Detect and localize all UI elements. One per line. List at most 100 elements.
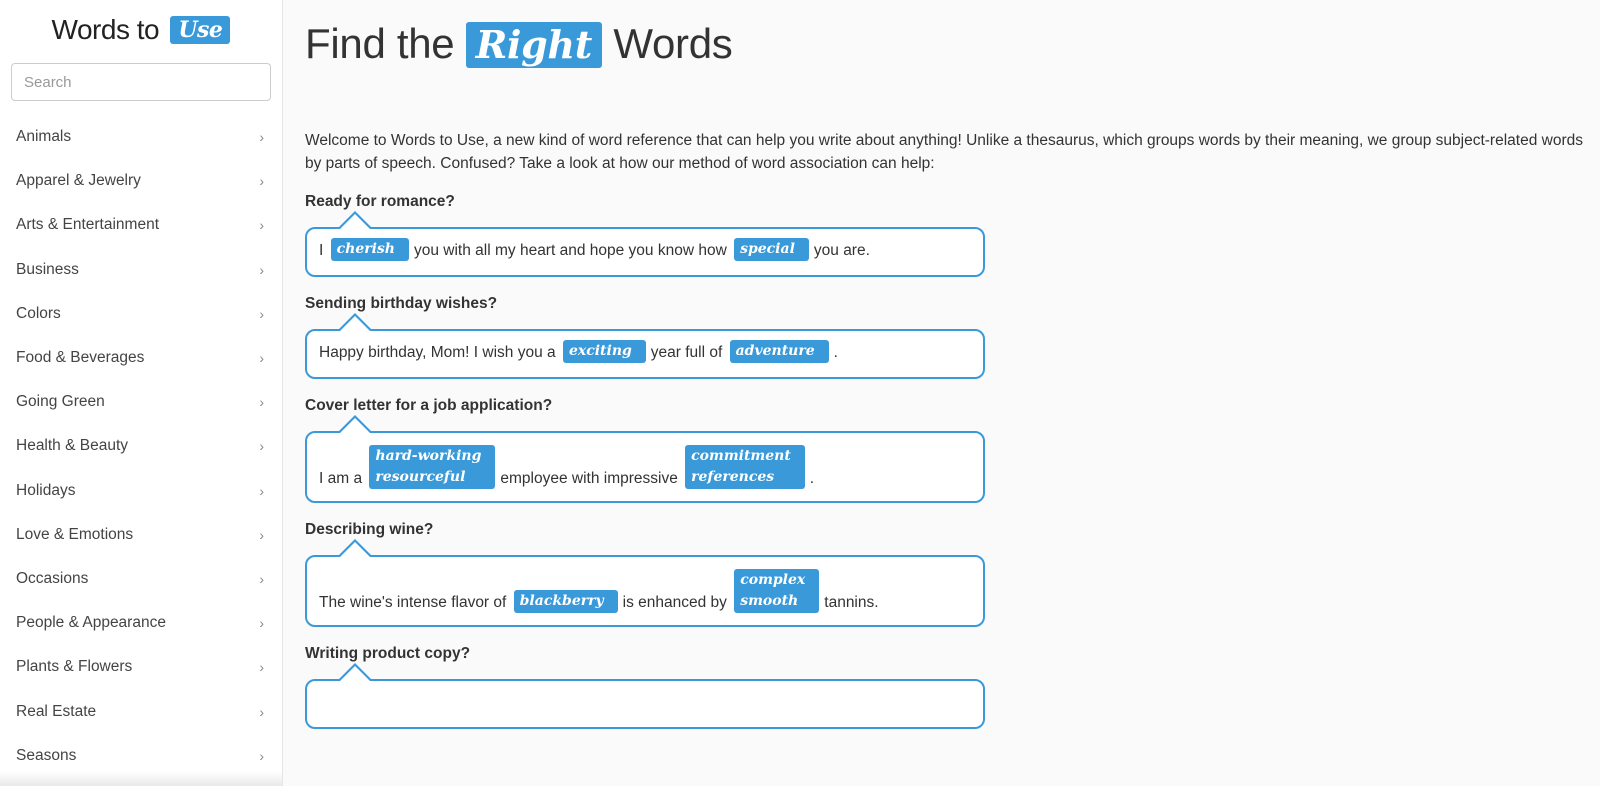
logo[interactable]: Words to Use [0, 0, 282, 58]
example-text: employee with impressive [500, 470, 683, 487]
sidebar-item[interactable]: Apparel & Jewelry › [0, 159, 282, 203]
word-option[interactable]: hard-working [375, 446, 481, 467]
sidebar-item-label: Occasions [16, 569, 89, 587]
word-tag[interactable]: blackberry [513, 590, 618, 613]
chevron-right-icon: › [259, 438, 264, 455]
sidebar-item[interactable]: Real Estate › [0, 689, 282, 733]
word-option[interactable]: references [691, 467, 791, 488]
chevron-right-icon: › [259, 526, 264, 543]
title-highlight: Right [465, 22, 603, 68]
chevron-right-icon: › [259, 305, 264, 322]
chevron-right-icon: › [259, 747, 264, 764]
word-tag[interactable]: cherish [330, 238, 409, 261]
example-block: Writing product copy? [305, 645, 1600, 729]
word-option[interactable]: special [740, 239, 795, 260]
chevron-right-icon: › [259, 173, 264, 190]
intro-paragraph: Welcome to Words to Use, a new kind of w… [305, 132, 1583, 172]
sidebar-item-label: Business [16, 260, 79, 278]
example-text: tannins. [824, 594, 879, 611]
example-bubble: The wine's intense flavor of blackberry i… [305, 539, 985, 627]
example-text: is enhanced by [622, 594, 732, 611]
word-tag[interactable]: special [734, 238, 809, 261]
word-option[interactable]: resourceful [375, 467, 481, 488]
example-question: Describing wine? [305, 521, 434, 538]
sidebar-item[interactable]: Occasions › [0, 557, 282, 601]
sidebar-item-label: Holidays [16, 481, 76, 499]
sidebar-item[interactable]: Arts & Entertainment › [0, 203, 282, 247]
title-suffix: Words [602, 20, 733, 67]
sidebar-scroll-fade [0, 772, 282, 786]
example-text: I [319, 242, 328, 259]
sidebar-item-label: People & Appearance [16, 614, 166, 632]
word-tag[interactable]: exciting [562, 340, 646, 363]
sidebar-item-label: Food & Beverages [16, 349, 145, 367]
word-option[interactable]: complex [740, 570, 805, 591]
logo-highlight: Use [170, 16, 231, 44]
chevron-right-icon: › [259, 261, 264, 278]
sidebar-item-label: Animals [16, 128, 72, 146]
chevron-right-icon: › [259, 394, 264, 411]
chevron-right-icon: › [259, 350, 264, 367]
word-option[interactable]: exciting [569, 341, 632, 362]
sidebar-item-label: Real Estate [16, 702, 97, 720]
sidebar-item-label: Plants & Flowers [16, 658, 133, 676]
sidebar-item-label: Going Green [16, 393, 105, 411]
word-tag[interactable]: commitment references [685, 445, 805, 489]
chevron-right-icon: › [259, 615, 264, 632]
example-block: Ready for romance? I cherish you with all … [305, 193, 1600, 277]
chevron-right-icon: › [259, 570, 264, 587]
sidebar-item[interactable]: Colors › [0, 292, 282, 336]
sidebar-item[interactable]: Holidays › [0, 469, 282, 513]
example-question: Sending birthday wishes? [305, 295, 498, 312]
sidebar-item[interactable]: Going Green › [0, 380, 282, 424]
example-text: year full of [650, 344, 727, 361]
chevron-right-icon: › [259, 482, 264, 499]
sidebar-item-label: Arts & Entertainment [16, 216, 160, 234]
sidebar-item[interactable]: Food & Beverages › [0, 336, 282, 380]
category-list: Animals › Apparel & Jewelry › Arts & Enterta… [0, 115, 282, 778]
example-block: Cover letter for a job application? I am … [305, 397, 1600, 503]
example-question: Ready for romance? [305, 193, 455, 210]
example-text: . [809, 470, 815, 487]
title-prefix: Find the [305, 20, 466, 67]
example-bubble [305, 663, 985, 729]
example-question: Cover letter for a job application? [305, 397, 553, 414]
sidebar: Words to Use Animals›Apparel & Jewelry›A… [0, 0, 283, 786]
word-tag[interactable]: adventure [729, 340, 829, 363]
example-text: you are. [813, 242, 870, 259]
word-tag[interactable]: hard-working resourceful [369, 445, 496, 489]
sidebar-item[interactable]: Love & Emotions › [0, 513, 282, 557]
sidebar-item-label: Seasons [16, 746, 77, 764]
word-option[interactable]: adventure [736, 341, 815, 362]
example-block: Sending birthday wishes? Happy birthday, … [305, 295, 1600, 379]
example-text: . [833, 344, 838, 361]
chevron-right-icon: › [259, 129, 264, 146]
sidebar-item[interactable]: Business › [0, 248, 282, 292]
example-block: Describing wine? The wine's intense flavo… [305, 521, 1600, 627]
chevron-right-icon: › [259, 217, 264, 234]
example-text: Happy birthday, Mom! I wish you a [319, 344, 560, 361]
examples-list: Ready for romance? I cherish you with all … [305, 193, 1600, 729]
word-tag[interactable]: complex smooth [734, 569, 820, 613]
word-option[interactable]: commitment [691, 446, 791, 467]
chevron-right-icon: › [259, 703, 264, 720]
example-bubble: I am a hard-working resourceful employee w… [305, 415, 985, 503]
word-option[interactable]: smooth [740, 591, 805, 612]
word-option[interactable]: cherish [337, 239, 395, 260]
sidebar-item-label: Health & Beauty [16, 437, 129, 455]
chevron-right-icon: › [259, 659, 264, 676]
example-text: The wine's intense flavor of [319, 594, 511, 611]
logo-text: Words to [51, 14, 160, 45]
word-option[interactable]: blackberry [520, 591, 604, 612]
sidebar-item[interactable]: People & Appearance › [0, 601, 282, 645]
search-container [0, 58, 282, 101]
sidebar-item-label: Apparel & Jewelry [16, 172, 141, 190]
example-bubble: I cherish you with all my heart and hope … [305, 211, 985, 277]
sidebar-item-label: Love & Emotions [16, 525, 134, 543]
example-text: I am a [319, 470, 367, 487]
sidebar-item-label: Colors [16, 304, 61, 322]
search-input[interactable] [11, 63, 271, 101]
sidebar-item[interactable]: Animals › [0, 115, 282, 159]
sidebar-item[interactable]: Plants & Flowers › [0, 645, 282, 689]
sidebar-item[interactable]: Health & Beauty › [0, 424, 282, 468]
